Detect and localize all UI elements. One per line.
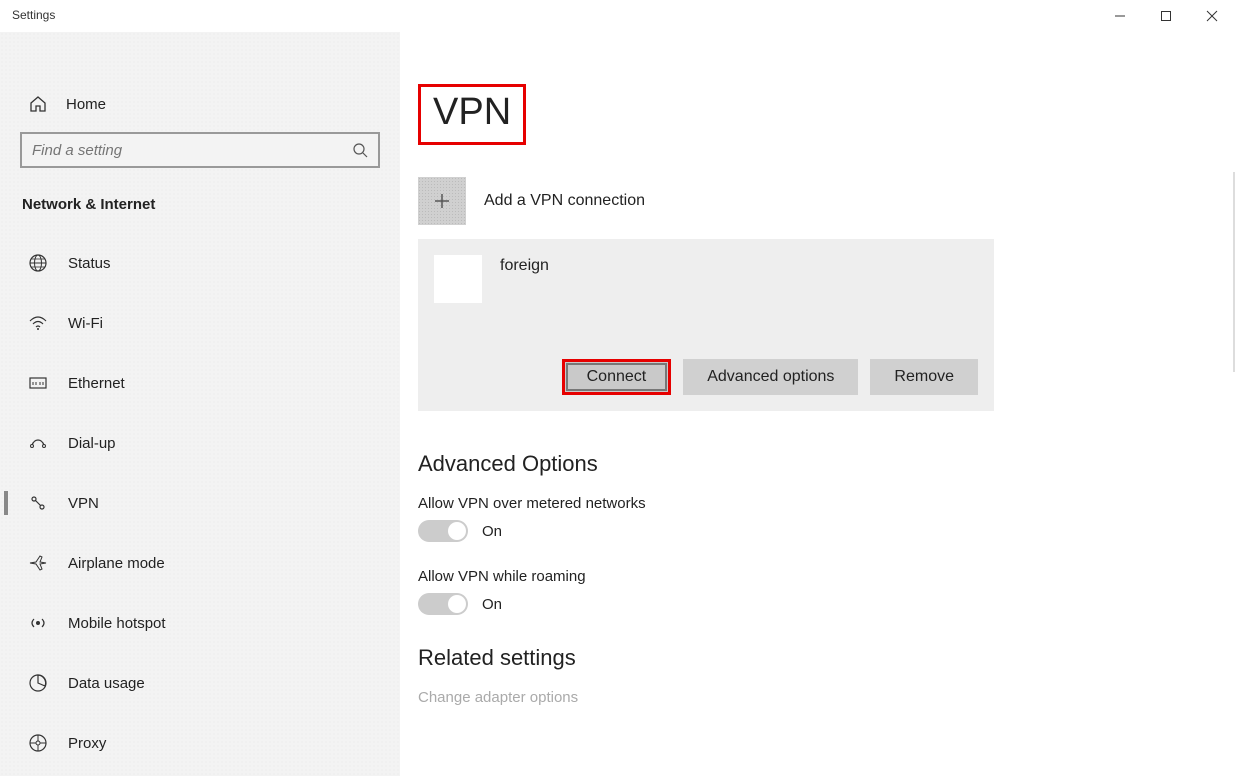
minimize-button[interactable] [1097, 0, 1143, 32]
sidebar-item-label: Airplane mode [68, 555, 165, 572]
change-adapter-link[interactable]: Change adapter options [418, 689, 1211, 706]
titlebar: Settings [0, 0, 1235, 32]
roaming-label: Allow VPN while roaming [418, 568, 1211, 585]
proxy-icon [28, 733, 48, 753]
wifi-icon [28, 313, 48, 333]
vpn-icon [28, 493, 48, 513]
add-vpn-label: Add a VPN connection [484, 192, 645, 210]
sidebar-item-label: Mobile hotspot [68, 615, 166, 632]
advanced-options-button[interactable]: Advanced options [683, 359, 858, 395]
search-field[interactable] [32, 142, 352, 159]
vpn-connection-name: foreign [500, 255, 549, 275]
page-title: VPN [433, 91, 511, 134]
main-content: VPN Add a VPN connection foreign Connect… [400, 32, 1235, 776]
sidebar-item-label: Proxy [68, 735, 106, 752]
remove-button[interactable]: Remove [870, 359, 978, 395]
sidebar-item-vpn[interactable]: VPN [0, 473, 400, 533]
sidebar-item-label: Wi-Fi [68, 315, 103, 332]
add-vpn-row[interactable]: Add a VPN connection [418, 177, 1211, 225]
roaming-toggle[interactable] [418, 593, 468, 615]
sidebar-home-label: Home [66, 96, 106, 113]
sidebar-item-hotspot[interactable]: Mobile hotspot [0, 593, 400, 653]
sidebar-item-label: VPN [68, 495, 99, 512]
hotspot-icon [28, 613, 48, 633]
sidebar-item-label: Ethernet [68, 375, 125, 392]
sidebar-item-ethernet[interactable]: Ethernet [0, 353, 400, 413]
roaming-state: On [482, 596, 502, 613]
sidebar-home[interactable]: Home [0, 76, 400, 132]
connect-button[interactable]: Connect [562, 359, 672, 395]
search-icon [352, 142, 368, 158]
sidebar-item-status[interactable]: Status [0, 233, 400, 293]
related-settings-heading: Related settings [418, 645, 1211, 671]
sidebar-category: Network & Internet [0, 186, 400, 233]
sidebar-item-airplane[interactable]: Airplane mode [0, 533, 400, 593]
sidebar-item-wifi[interactable]: Wi-Fi [0, 293, 400, 353]
home-icon [28, 94, 48, 114]
dialup-icon [28, 433, 48, 453]
vpn-connection-icon [434, 255, 482, 303]
sidebar: Home Network & Internet Status [0, 32, 400, 776]
globe-icon [28, 253, 48, 273]
data-usage-icon [28, 673, 48, 693]
close-button[interactable] [1189, 0, 1235, 32]
metered-label: Allow VPN over metered networks [418, 495, 1211, 512]
airplane-icon [28, 553, 48, 573]
plus-icon [418, 177, 466, 225]
sidebar-item-label: Status [68, 255, 111, 272]
metered-state: On [482, 523, 502, 540]
search-input[interactable] [20, 132, 380, 168]
sidebar-item-label: Dial-up [68, 435, 116, 452]
window-title: Settings [0, 0, 67, 30]
sidebar-item-label: Data usage [68, 675, 145, 692]
metered-toggle[interactable] [418, 520, 468, 542]
sidebar-item-proxy[interactable]: Proxy [0, 713, 400, 773]
vpn-connection-card[interactable]: foreign Connect Advanced options Remove [418, 239, 994, 411]
ethernet-icon [28, 373, 48, 393]
sidebar-item-datausage[interactable]: Data usage [0, 653, 400, 713]
page-title-highlight: VPN [418, 84, 526, 145]
advanced-options-heading: Advanced Options [418, 451, 1211, 477]
maximize-button[interactable] [1143, 0, 1189, 32]
sidebar-item-dialup[interactable]: Dial-up [0, 413, 400, 473]
